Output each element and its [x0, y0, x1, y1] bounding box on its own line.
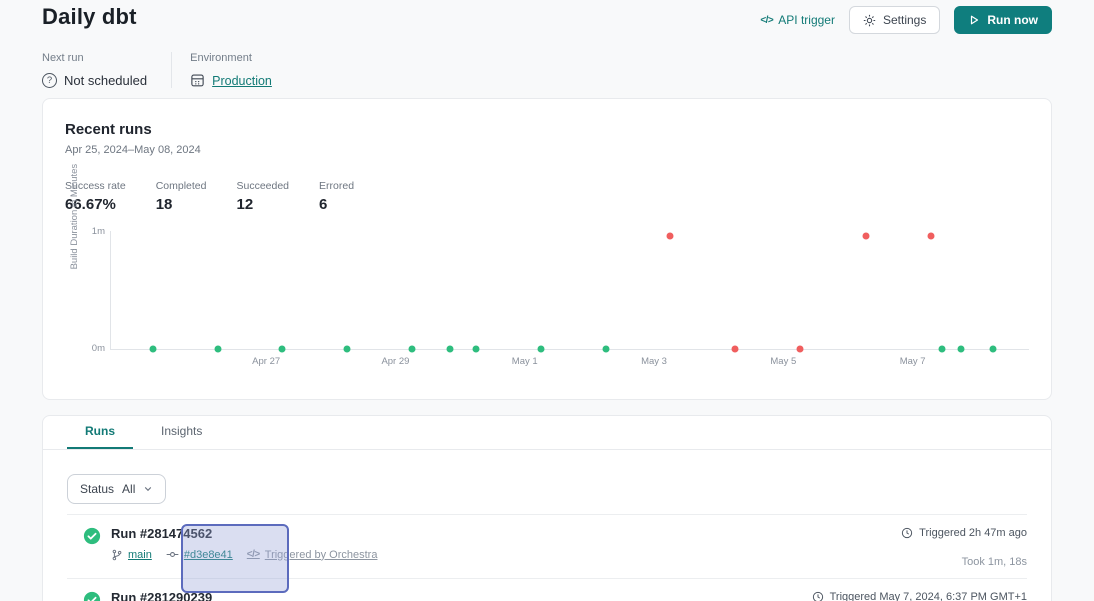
run-now-button[interactable]: Run now: [954, 6, 1052, 34]
run-datapoint-success[interactable]: [150, 346, 157, 353]
environment-block: Environment Production: [171, 52, 296, 88]
run-datapoint-success[interactable]: [343, 346, 350, 353]
run-datapoint-error[interactable]: [667, 232, 674, 239]
run-datapoint-success[interactable]: [938, 346, 945, 353]
api-trigger-label: API trigger: [778, 13, 835, 27]
run-datapoint-success[interactable]: [537, 346, 544, 353]
settings-label: Settings: [883, 13, 926, 27]
page-title: Daily dbt: [42, 4, 137, 30]
xtick-label: May 7: [900, 356, 926, 367]
status-filter-label: Status: [80, 482, 114, 496]
environment-link[interactable]: Production: [212, 74, 272, 88]
run-datapoint-success[interactable]: [279, 346, 286, 353]
page-header: Daily dbt </> API trigger Settings Run n…: [0, 0, 1094, 34]
run-datapoint-error[interactable]: [796, 346, 803, 353]
run-datapoint-success[interactable]: [214, 346, 221, 353]
header-actions: </> API trigger Settings Run now: [760, 6, 1052, 34]
git-commit-icon: [166, 548, 179, 561]
xtick-label: May 1: [512, 356, 538, 367]
stats-row: Success rate 66.67% Completed 18 Succeed…: [65, 180, 1029, 213]
selection-overlay: [181, 524, 289, 593]
tab-insights[interactable]: Insights: [143, 416, 220, 449]
recent-runs-date-range: Apr 25, 2024–May 08, 2024: [65, 144, 1029, 156]
stat-completed: Completed 18: [156, 180, 207, 213]
xtick-label: May 3: [641, 356, 667, 367]
run-datapoint-error[interactable]: [927, 232, 934, 239]
gear-icon: [863, 14, 876, 27]
xtick-label: Apr 27: [252, 356, 280, 367]
run-datapoint-success[interactable]: [408, 346, 415, 353]
run-duration: Took 1m, 18s: [901, 556, 1027, 568]
status-filter-value: All: [122, 482, 135, 496]
code-icon: </>: [760, 15, 773, 26]
next-run-value: Not scheduled: [64, 73, 147, 88]
run-triggered-time: Triggered May 7, 2024, 6:37 PM GMT+1: [812, 591, 1027, 601]
help-circle-icon: ?: [42, 73, 57, 88]
tab-bar: Runs Insights: [43, 416, 1051, 450]
xtick-label: May 5: [770, 356, 796, 367]
chevron-down-icon: [143, 484, 153, 494]
tab-runs[interactable]: Runs: [67, 416, 133, 449]
next-run-label: Next run: [42, 52, 147, 64]
run-triggered-time: Triggered 2h 47m ago: [901, 527, 1027, 539]
run-datapoint-success[interactable]: [990, 346, 997, 353]
branch-link[interactable]: main: [128, 549, 152, 561]
xtick-label: Apr 29: [381, 356, 409, 367]
stat-succeeded: Succeeded 12: [236, 180, 289, 213]
ytick-0m: 0m: [92, 343, 105, 354]
play-icon: [968, 14, 980, 26]
run-datapoint-success[interactable]: [473, 346, 480, 353]
settings-button[interactable]: Settings: [849, 6, 940, 34]
branch-link-wrap: main: [111, 549, 152, 561]
run-datapoint-success[interactable]: [602, 346, 609, 353]
api-trigger-link[interactable]: </> API trigger: [760, 13, 835, 27]
git-branch-icon: [111, 549, 123, 561]
run-datapoint-error[interactable]: [731, 346, 738, 353]
clock-icon: [812, 591, 824, 601]
ytick-1m: 1m: [92, 226, 105, 237]
success-check-icon: [83, 527, 101, 545]
run-datapoint-error[interactable]: [863, 232, 870, 239]
duration-chart: Build Duration in Minutes 1m 0m Apr 27Ap…: [65, 226, 1029, 371]
database-icon: [190, 73, 205, 88]
run-datapoint-success[interactable]: [958, 346, 965, 353]
job-meta-row: Next run ? Not scheduled Environment Pro…: [0, 52, 1094, 88]
next-run-block: Next run ? Not scheduled: [42, 52, 171, 88]
recent-runs-title: Recent runs: [65, 121, 1029, 138]
chart-y-axis-label: Build Duration in Minutes: [69, 163, 80, 269]
recent-runs-card: Recent runs Apr 25, 2024–May 08, 2024 Su…: [42, 98, 1052, 400]
run-datapoint-success[interactable]: [447, 346, 454, 353]
status-filter-dropdown[interactable]: Status All: [67, 474, 166, 504]
clock-icon: [901, 527, 913, 539]
environment-label: Environment: [190, 52, 272, 64]
stat-errored: Errored 6: [319, 180, 354, 213]
success-check-icon: [83, 591, 101, 601]
chart-plot: 1m 0m Apr 27Apr 29May 1May 3May 5May 7: [110, 231, 1029, 350]
run-now-label: Run now: [987, 13, 1038, 27]
